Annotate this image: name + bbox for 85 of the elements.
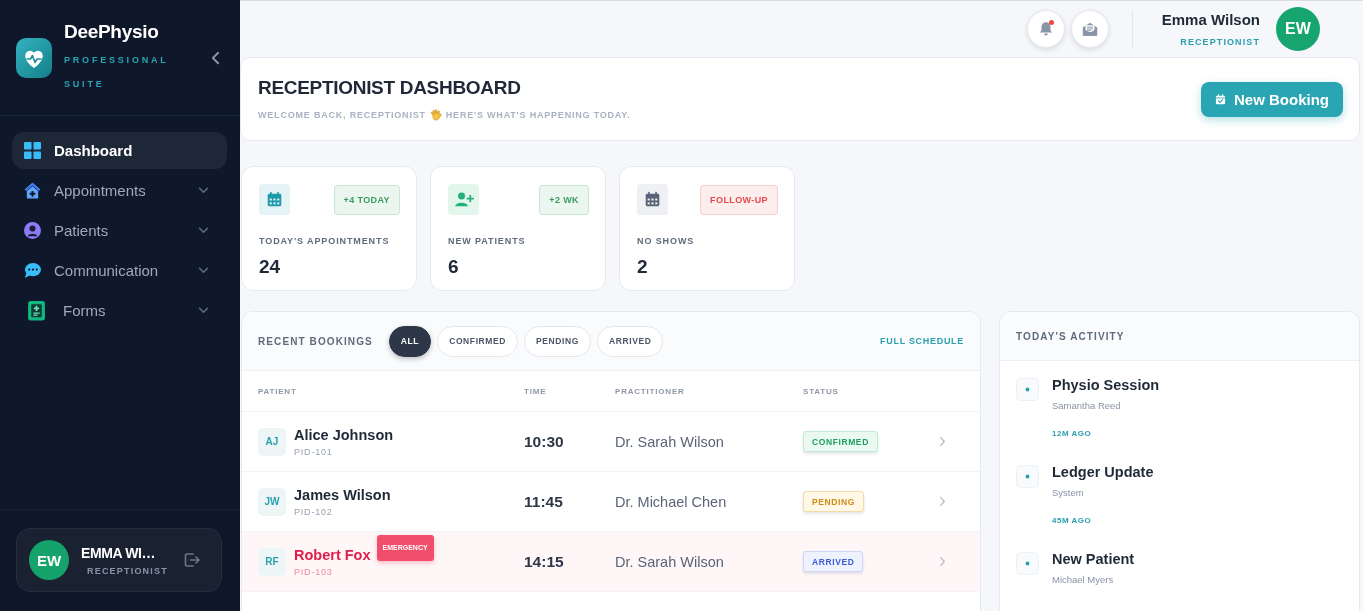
activity-title: Physio Session <box>1052 377 1160 393</box>
user-avatar: EW <box>29 540 69 580</box>
welcome-text: HERE'S WHAT'S HAPPENING TODAY. <box>445 110 631 120</box>
patient-name: Alice Johnson <box>294 426 394 443</box>
grid-icon <box>24 142 41 159</box>
welcome-text: WELCOME BACK, RECEPTIONIST <box>258 110 426 120</box>
stat-value: 6 <box>448 256 459 278</box>
clipboard-icon <box>27 300 46 321</box>
logout-icon <box>183 551 201 569</box>
brand-tagline: PROFESSIONAL SUITE <box>64 53 170 91</box>
messages-button[interactable] <box>1070 10 1109 48</box>
filter-chip[interactable]: ARRIVED <box>597 325 664 357</box>
panel-title: TODAY'S ACTIVITY <box>1016 330 1125 342</box>
chevron-left-icon <box>210 50 220 65</box>
column-header: STATUS <box>803 386 839 396</box>
user-role: RECEPTIONIST <box>1180 37 1260 47</box>
initials-avatar: JW <box>258 487 286 516</box>
filter-chip[interactable]: ALL <box>388 325 432 357</box>
calendar-icon <box>637 184 668 215</box>
chevron-right-icon <box>939 436 946 447</box>
brand-name: DeePhysio <box>64 19 159 44</box>
practitioner-name: Dr. Michael Chen <box>615 493 727 510</box>
status-badge: CONFIRMED <box>803 431 878 452</box>
patient-id: PID-101 <box>294 446 333 457</box>
activity-title: Ledger Update <box>1052 464 1154 480</box>
user-name: EMMA WI… <box>81 544 156 561</box>
chevron-right-icon <box>939 496 946 507</box>
initials-avatar: AJ <box>258 427 286 456</box>
filter-chip[interactable]: CONFIRMED <box>437 325 519 357</box>
logout-button[interactable] <box>183 551 201 569</box>
nav-item[interactable]: Patients <box>12 212 227 249</box>
envelope-icon <box>1080 20 1099 38</box>
activity-time: 45M AGO <box>1052 516 1092 525</box>
patient-id: PID-103 <box>294 566 333 577</box>
column-header: PATIENT <box>258 386 297 396</box>
booking-time: 10:30 <box>524 432 564 451</box>
chevron-down-icon <box>198 307 209 314</box>
activity-subtitle: Samantha Reed <box>1052 400 1121 411</box>
column-header: PRACTITIONER <box>615 386 685 396</box>
stat-label: TODAY'S APPOINTMENTS <box>259 236 390 246</box>
nav-item[interactable]: Dashboard <box>12 132 227 169</box>
nav-item[interactable]: Appointments <box>12 172 227 209</box>
page-title: RECEPTIONIST DASHBOARD <box>258 77 521 99</box>
chat-bubble-icon <box>24 262 41 279</box>
patient-name: Robert Fox <box>294 546 371 563</box>
patient-id: PID-102 <box>294 506 333 517</box>
stat-value: 24 <box>259 256 281 278</box>
status-badge: PENDING <box>803 491 864 512</box>
status-badge: ARRIVED <box>803 551 864 572</box>
activity-subtitle: Michael Myers <box>1052 574 1114 585</box>
activity-subtitle: System <box>1052 487 1084 498</box>
trend-badge: +4 TODAY <box>333 184 400 215</box>
user-role: RECEPTIONIST <box>87 565 168 576</box>
chevron-down-icon <box>198 227 209 234</box>
trend-badge: +2 WK <box>539 184 589 215</box>
chevron-down-icon <box>198 267 209 274</box>
practitioner-name: Dr. Sarah Wilson <box>615 433 724 450</box>
stat-label: NEW PATIENTS <box>448 236 526 246</box>
user-plus-icon <box>448 184 479 215</box>
heart-pulse-logo-icon <box>16 37 52 78</box>
activity-title: New Patient <box>1052 551 1135 567</box>
chevron-down-icon <box>198 187 209 194</box>
calendar-icon <box>259 184 290 215</box>
waving-hand-icon <box>429 109 442 121</box>
trend-badge: FOLLOW-UP <box>700 184 778 215</box>
chevron-right-icon <box>939 556 946 567</box>
patient-name: James Wilson <box>294 486 391 503</box>
column-header: TIME <box>524 386 547 396</box>
stat-value: 2 <box>637 256 648 278</box>
stat-label: NO SHOWS <box>637 236 695 246</box>
practitioner-name: Dr. Sarah Wilson <box>615 553 724 570</box>
nav-item[interactable]: Forms <box>12 292 227 329</box>
notifications-button[interactable] <box>1026 10 1065 48</box>
house-plus-icon <box>24 182 41 199</box>
panel-title: RECENT BOOKINGS <box>258 335 373 347</box>
user-name: Emma Wilson <box>1161 11 1260 28</box>
user-circle-icon <box>24 222 41 239</box>
activity-time: 12M AGO <box>1052 429 1092 438</box>
filter-chip[interactable]: PENDING <box>524 325 591 357</box>
booking-row[interactable]: AJ Alice Johnson PID-101 10:30 Dr. Sarah Wilson CONFIRMED <box>242 412 980 472</box>
nav-item[interactable]: Communication <box>12 252 227 289</box>
booking-time: 11:45 <box>524 492 563 511</box>
initials-avatar: RF <box>258 547 286 576</box>
booking-time: 14:15 <box>524 552 564 571</box>
calendar-check-icon <box>1215 93 1226 105</box>
